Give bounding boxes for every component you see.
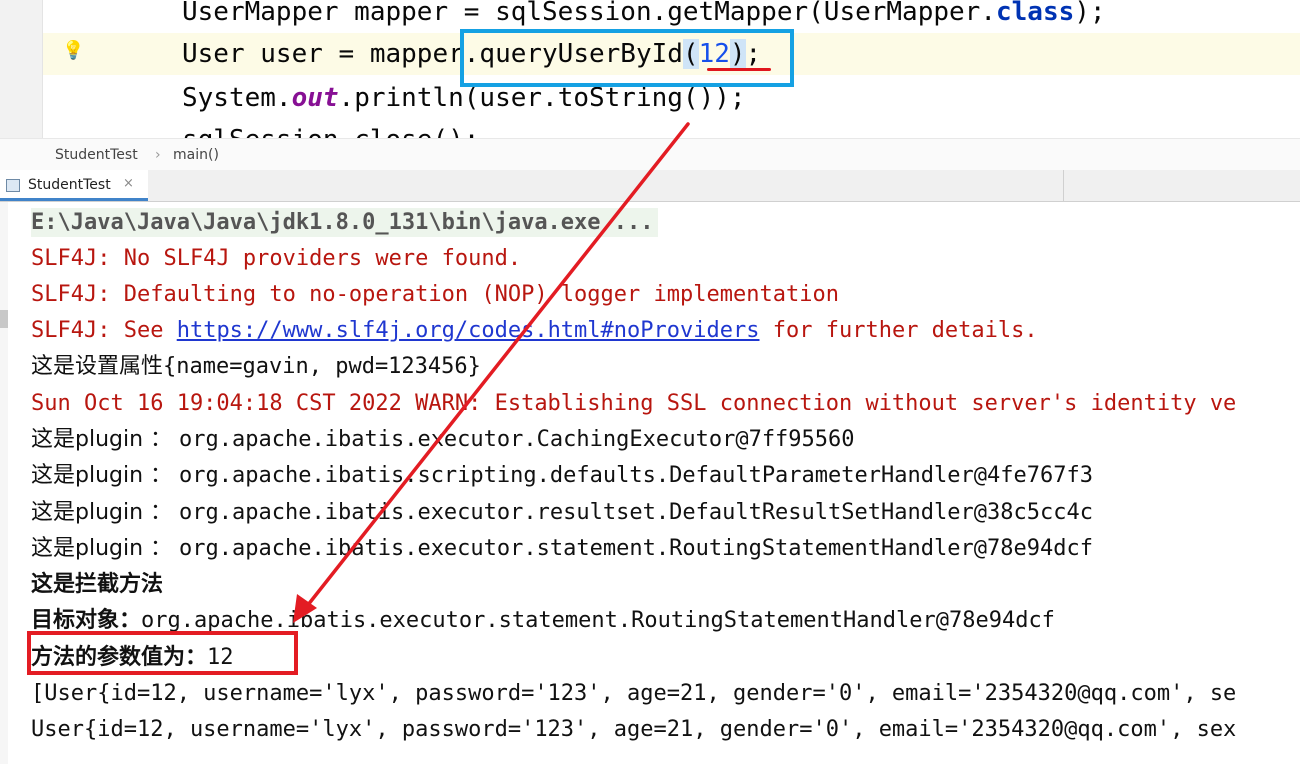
close-icon[interactable]: × bbox=[123, 176, 134, 191]
console-text-cn: 这是plugin ： bbox=[31, 427, 180, 452]
console-side-strip bbox=[0, 202, 8, 764]
console-text-cn: 目标对象： bbox=[31, 608, 142, 633]
console-line-plugin: 这是plugin ： org.apache.ibatis.executor.Ca… bbox=[31, 429, 855, 451]
console-text: org.apache.ibatis.executor.statement.Rou… bbox=[141, 608, 1055, 633]
tab-label: StudentTest bbox=[28, 177, 111, 193]
console-line-intercept: 这是拦截方法 bbox=[31, 572, 164, 597]
console-text: for further details. bbox=[759, 318, 1038, 343]
static-field: out bbox=[291, 83, 339, 113]
console-line-plugin: 这是plugin ： org.apache.ibatis.scripting.d… bbox=[31, 465, 1093, 487]
console-output[interactable]: E:\Java\Java\Java\jdk1.8.0_131\bin\java.… bbox=[0, 202, 1300, 764]
code-text: .println(user.toString()); bbox=[338, 83, 746, 113]
lightbulb-icon[interactable]: 💡 bbox=[62, 40, 84, 61]
code-text: ); bbox=[1074, 0, 1106, 27]
tab-studenttest[interactable]: StudentTest × bbox=[0, 170, 148, 201]
code-text: System. bbox=[182, 83, 292, 113]
slf4j-link[interactable]: https://www.slf4j.org/codes.html#noProvi… bbox=[177, 318, 760, 343]
code-line-4[interactable]: sqlSession.close(); bbox=[182, 127, 479, 138]
console-text: {name=gavin, pwd=123456} bbox=[163, 354, 481, 379]
console-text-cn: 这是plugin ： bbox=[31, 463, 180, 488]
code-text: UserMapper mapper = sqlSession.getMapper… bbox=[182, 0, 996, 27]
console-text: org.apache.ibatis.executor.statement.Rou… bbox=[179, 536, 1093, 561]
console-line-target: 目标对象：org.apache.ibatis.executor.statemen… bbox=[31, 610, 1055, 632]
divider bbox=[1063, 170, 1064, 201]
console-line-props: 这是设置属性{name=gavin, pwd=123456} bbox=[31, 356, 481, 378]
console-line-command: E:\Java\Java\Java\jdk1.8.0_131\bin\java.… bbox=[31, 208, 658, 237]
console-line-slf4j-3: SLF4J: See https://www.slf4j.org/codes.h… bbox=[31, 320, 1038, 342]
console-line-result-obj: User{id=12, username='lyx', password='12… bbox=[31, 717, 1237, 742]
console-line-slf4j-2: SLF4J: Defaulting to no-operation (NOP) … bbox=[31, 282, 839, 307]
console-text: org.apache.ibatis.executor.CachingExecut… bbox=[179, 427, 855, 452]
code-line-1[interactable]: UserMapper mapper = sqlSession.getMapper… bbox=[182, 0, 1106, 25]
console-text-cn: 这是设置属性 bbox=[31, 354, 164, 379]
console-text: org.apache.ibatis.executor.resultset.Def… bbox=[179, 500, 1093, 525]
breadcrumb-class[interactable]: StudentTest bbox=[55, 147, 138, 163]
annotation-box-blue bbox=[460, 29, 794, 87]
run-tool-window-tabbar: StudentTest × bbox=[0, 170, 1300, 202]
keyword: class bbox=[995, 0, 1075, 27]
code-line-3[interactable]: System.out.println(user.toString()); bbox=[182, 85, 746, 111]
editor-gutter bbox=[0, 0, 43, 138]
console-line-slf4j-1: SLF4J: No SLF4J providers were found. bbox=[31, 246, 522, 271]
code-editor[interactable]: 💡 UserMapper mapper = sqlSession.getMapp… bbox=[0, 0, 1300, 138]
command-text: E:\Java\Java\Java\jdk1.8.0_131\bin\java.… bbox=[31, 208, 658, 237]
breadcrumb-separator: › bbox=[155, 147, 161, 163]
scroll-marker[interactable] bbox=[0, 310, 8, 328]
console-text-cn: 这是plugin ： bbox=[31, 536, 180, 561]
breadcrumb: StudentTest › main() bbox=[0, 138, 1300, 171]
console-line-warn: Sun Oct 16 19:04:18 CST 2022 WARN: Estab… bbox=[31, 391, 1237, 416]
annotation-box-red bbox=[27, 631, 298, 675]
breadcrumb-method[interactable]: main() bbox=[173, 147, 219, 163]
console-text: org.apache.ibatis.scripting.defaults.Def… bbox=[179, 463, 1093, 488]
console-line-plugin: 这是plugin ： org.apache.ibatis.executor.st… bbox=[31, 538, 1093, 560]
console-line-result-list: [User{id=12, username='lyx', password='1… bbox=[31, 681, 1237, 706]
console-text: SLF4J: See bbox=[31, 318, 177, 343]
console-line-plugin: 这是plugin ： org.apache.ibatis.executor.re… bbox=[31, 502, 1093, 524]
console-tab-icon bbox=[6, 179, 20, 192]
console-text-cn: 这是plugin ： bbox=[31, 500, 180, 525]
